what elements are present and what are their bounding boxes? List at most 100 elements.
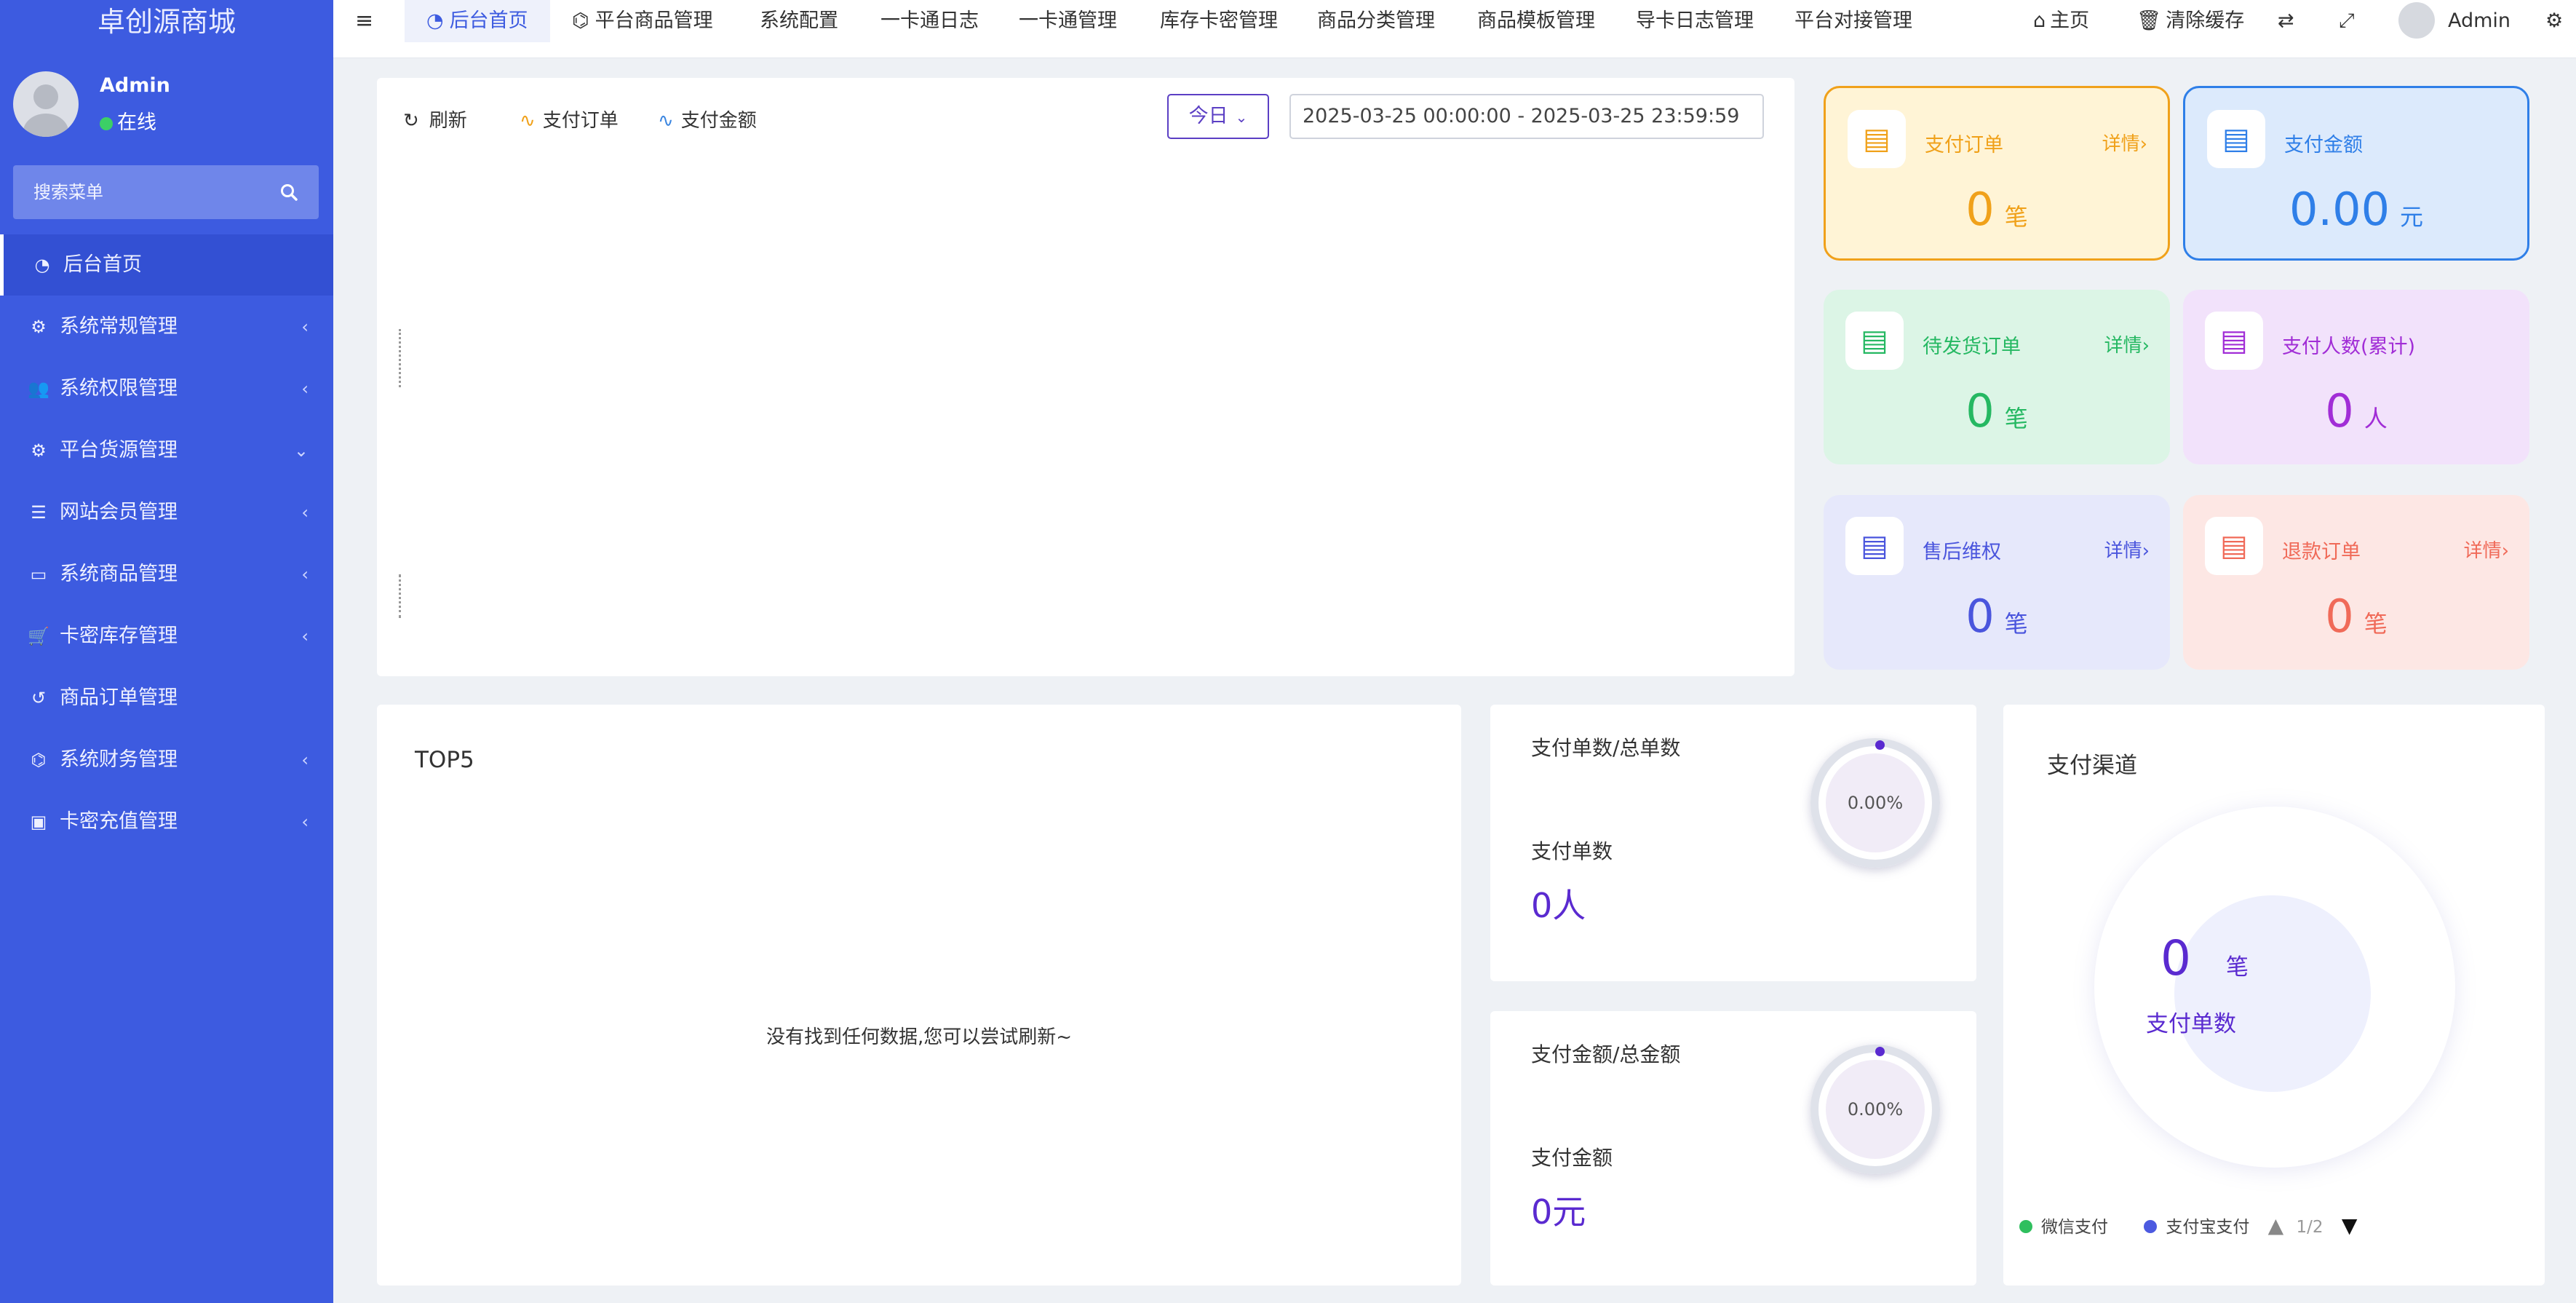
settings-gear-icon[interactable]: ⚙ (2545, 0, 2563, 42)
hamburger-menu-icon[interactable]: ≡ (355, 0, 373, 42)
refresh-button[interactable]: ↻ 刷新 (403, 106, 467, 132)
sidebar: 卓创源商城 Admin 在线 ◔ 后台首页 ⚙ 系统常规管理 ‹ 👥 系统权限管… (0, 0, 333, 1303)
ratio-label: 支付单数 (1531, 839, 1613, 863)
sidebar-item-products[interactable]: ▭ 系统商品管理 ‹ (0, 544, 333, 605)
pay-amount-ratio-panel: 支付金额/总金额 支付金额 0元 0.00% (1490, 1011, 1976, 1286)
tab-card-manage[interactable]: 一卡通管理 (1019, 0, 1117, 42)
card-value: 0人 (2183, 384, 2529, 445)
axis-tick-marks (399, 329, 403, 387)
card-value-number: 0 (1965, 590, 1995, 643)
legend-alipay[interactable]: 支付宝支付 (2144, 1218, 2249, 1237)
search-icon[interactable] (279, 183, 298, 202)
sidebar-item-finance[interactable]: ⌬ 系统财务管理 ‹ (0, 729, 333, 791)
trash-icon: 🗑 (2136, 9, 2162, 32)
translate-icon[interactable]: ⇄ (2278, 0, 2294, 42)
card-value-unit: 笔 (2004, 203, 2028, 231)
sidebar-item-supply[interactable]: ⚙ 平台货源管理 ⌄ (0, 420, 333, 481)
refresh-icon: ↻ (403, 110, 419, 132)
chevron-down-icon: ⌄ (1235, 108, 1248, 126)
ratio-value: 0元 (1531, 1192, 1586, 1232)
menu-search-box (13, 165, 319, 219)
card-detail-link[interactable]: 详情› (2104, 536, 2150, 563)
tab-stock-cards[interactable]: 库存卡密管理 (1160, 0, 1278, 42)
chevron-left-icon: ‹ (301, 564, 309, 585)
admin-avatar (2398, 2, 2435, 39)
axis-tick-marks (399, 574, 403, 618)
trend-chart-panel: ↻ 刷新 ∿ 支付订单 ∿ 支付金额 今日 ⌄ 2025-03-25 00:00:00 … (377, 78, 1794, 676)
tab-platform-products[interactable]: ⌬ 平台商品管理 (572, 0, 713, 42)
ring-knob (1875, 1047, 1885, 1056)
jcb-icon: ▭ (30, 564, 47, 585)
tab-categories[interactable]: 商品分类管理 (1317, 0, 1435, 42)
legend-pay-amount[interactable]: ∿ 支付金额 (658, 106, 757, 132)
home-link[interactable]: ⌂ 主页 (2033, 0, 2089, 42)
layers-icon: ▤ (2205, 517, 2263, 575)
box-icon: ▤ (1845, 312, 1904, 370)
menu-search-input[interactable] (13, 165, 275, 219)
refresh-label: 刷新 (429, 110, 467, 132)
ratio-label: 支付金额 (1531, 1146, 1613, 1170)
sidebar-item-label: 卡密库存管理 (60, 625, 178, 647)
channels-donut-inner (2174, 895, 2371, 1092)
tab-platform-docking[interactable]: 平台对接管理 (1794, 0, 1912, 42)
date-range-input[interactable]: 2025-03-25 00:00:00 - 2025-03-25 23:59:5… (1289, 94, 1764, 139)
home-label: 主页 (2050, 9, 2090, 32)
legend-dot (2019, 1220, 2032, 1233)
card-value: 0笔 (1824, 590, 2170, 651)
card-value-unit: 笔 (2364, 610, 2388, 638)
tab-system-config[interactable]: 系统配置 (760, 0, 838, 42)
admin-menu[interactable]: Admin (2398, 0, 2511, 42)
card-pay-orders[interactable]: ▤ 支付订单 详情› 0 笔 (1824, 86, 2170, 261)
legend-pay-orders[interactable]: ∿ 支付订单 (520, 106, 619, 132)
sidebar-item-label: 系统财务管理 (60, 748, 178, 771)
sidebar-item-label: 卡密充值管理 (60, 810, 178, 833)
wave-legend-icon: ∿ (658, 110, 674, 132)
tab-import-log[interactable]: 导卡日志管理 (1636, 0, 1754, 42)
empty-data-message: 没有找到任何数据,您可以尝试刷新~ (766, 1026, 1073, 1048)
card-detail-link[interactable]: 详情› (2102, 129, 2147, 156)
card-value-unit: 笔 (2004, 610, 2028, 638)
legend-wechat-pay[interactable]: 微信支付 (2019, 1218, 2108, 1237)
card-after-sale[interactable]: ▤ 售后维权 详情› 0 笔 (1824, 495, 2170, 670)
card-value: 0笔 (2183, 590, 2529, 651)
fullscreen-icon[interactable]: ⤢ (2339, 0, 2355, 42)
sidebar-item-recharge[interactable]: ▣ 卡密充值管理 ‹ (0, 791, 333, 852)
ring-knob (1875, 740, 1885, 750)
sidebar-item-label: 后台首页 (63, 253, 142, 276)
order-list-icon: ▤ (1848, 110, 1906, 168)
chevron-left-icon: ‹ (301, 750, 309, 770)
chevron-down-icon: ⌄ (293, 440, 309, 461)
channels-total-unit: 笔 (2226, 954, 2249, 981)
legend-page-up-icon[interactable]: ▲ (2268, 1213, 2284, 1237)
date-range-select[interactable]: 今日 ⌄ (1167, 94, 1269, 139)
sidebar-item-system-general[interactable]: ⚙ 系统常规管理 ‹ (0, 296, 333, 357)
card-title: 待发货订单 (1923, 336, 2021, 358)
legend-label: 支付订单 (542, 110, 619, 132)
sidebar-item-members[interactable]: ☰ 网站会员管理 ‹ (0, 482, 333, 543)
home-icon: ⌂ (2033, 9, 2046, 32)
clear-cache-button[interactable]: 🗑 清除缓存 (2136, 0, 2244, 42)
card-payers[interactable]: ▤ 支付人数(累计) 0 人 (2183, 290, 2529, 464)
sidebar-item-permissions[interactable]: 👥 系统权限管理 ‹ (0, 358, 333, 419)
card-value-number: 0.00 (2289, 183, 2390, 236)
legend-page-down-icon[interactable]: ▼ (2342, 1213, 2358, 1237)
card-value-number: 0 (1965, 183, 1995, 236)
card-detail-link[interactable]: 详情› (2104, 330, 2150, 357)
tab-dashboard[interactable]: ◔ 后台首页 (405, 0, 550, 42)
chevron-left-icon: ‹ (301, 812, 309, 832)
sidebar-item-dashboard[interactable]: ◔ 后台首页 (0, 234, 333, 296)
payment-channels-panel: 支付渠道 0 笔 支付单数 微信支付 支付宝支付 ▲ 1/2 ▼ (2003, 705, 2545, 1286)
tab-templates[interactable]: 商品模板管理 (1477, 0, 1595, 42)
card-pay-amount[interactable]: ▤ 支付金额 0.00 元 (2183, 86, 2529, 261)
card-refund[interactable]: ▤ 退款订单 详情› 0 笔 (2183, 495, 2529, 670)
brand-logo-text[interactable]: 卓创源商城 (0, 0, 333, 44)
channels-legend: 微信支付 支付宝支付 ▲ 1/2 ▼ (2019, 1213, 2357, 1237)
cart-icon: 🛒 (28, 626, 49, 646)
ratio-title: 支付单数/总单数 (1531, 736, 1681, 760)
sidebar-item-orders[interactable]: ↺ 商品订单管理 (0, 668, 333, 729)
card-detail-link[interactable]: 详情› (2464, 536, 2509, 563)
sidebar-item-card-stock[interactable]: 🛒 卡密库存管理 ‹ (0, 606, 333, 667)
tab-card-log[interactable]: 一卡通日志 (880, 0, 979, 42)
card-pending-ship[interactable]: ▤ 待发货订单 详情› 0 笔 (1824, 290, 2170, 464)
chevron-left-icon: ‹ (301, 502, 309, 523)
